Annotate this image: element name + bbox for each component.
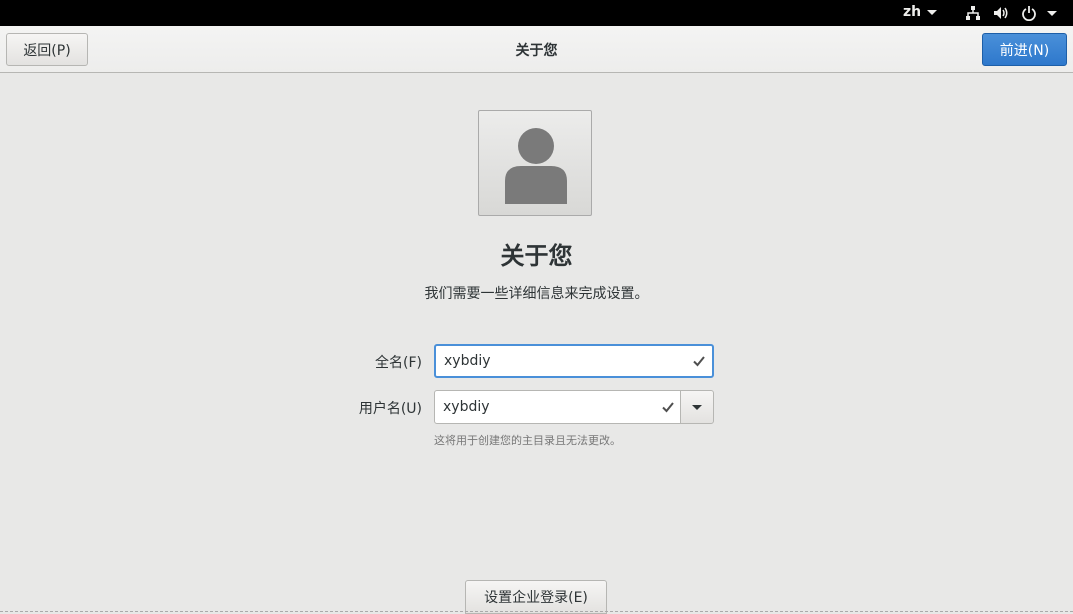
username-label: 用户名(U) [358,401,422,417]
back-button[interactable]: 返回(P) [6,33,88,66]
language-label: zh [903,4,922,20]
checkmark-icon [655,401,681,413]
power-icon[interactable] [1021,5,1037,21]
chevron-down-icon [692,404,702,410]
username-field[interactable]: xybdiy [434,390,682,424]
enterprise-login-button[interactable]: 设置企业登录(E) [465,580,607,614]
chevron-down-icon [927,9,938,15]
system-menu-chevron-icon[interactable] [1047,11,1057,16]
fullname-label: 全名(F) [375,355,422,371]
network-icon[interactable] [965,5,981,21]
fullname-value: xybdiy [444,353,491,369]
avatar-button[interactable] [478,110,592,216]
username-dropdown-button[interactable] [680,390,714,424]
checkmark-icon [686,355,712,367]
language-indicator[interactable]: zh [903,4,938,20]
user-avatar-icon [505,128,567,204]
username-hint: 这将用于创建您的主目录且无法更改。 [434,434,621,447]
page-title: 关于您 [500,242,573,270]
next-button[interactable]: 前进(N) [982,33,1067,66]
header-bar: 返回(P) 关于您 前进(N) [0,26,1073,73]
header-title: 关于您 [515,42,558,59]
system-top-bar: zh [0,0,1073,26]
volume-icon[interactable] [993,5,1009,21]
bottom-divider [0,611,1073,612]
page-subtitle: 我们需要一些详细信息来完成设置。 [424,286,649,302]
fullname-field[interactable]: xybdiy [434,344,714,378]
username-value: xybdiy [443,399,490,415]
